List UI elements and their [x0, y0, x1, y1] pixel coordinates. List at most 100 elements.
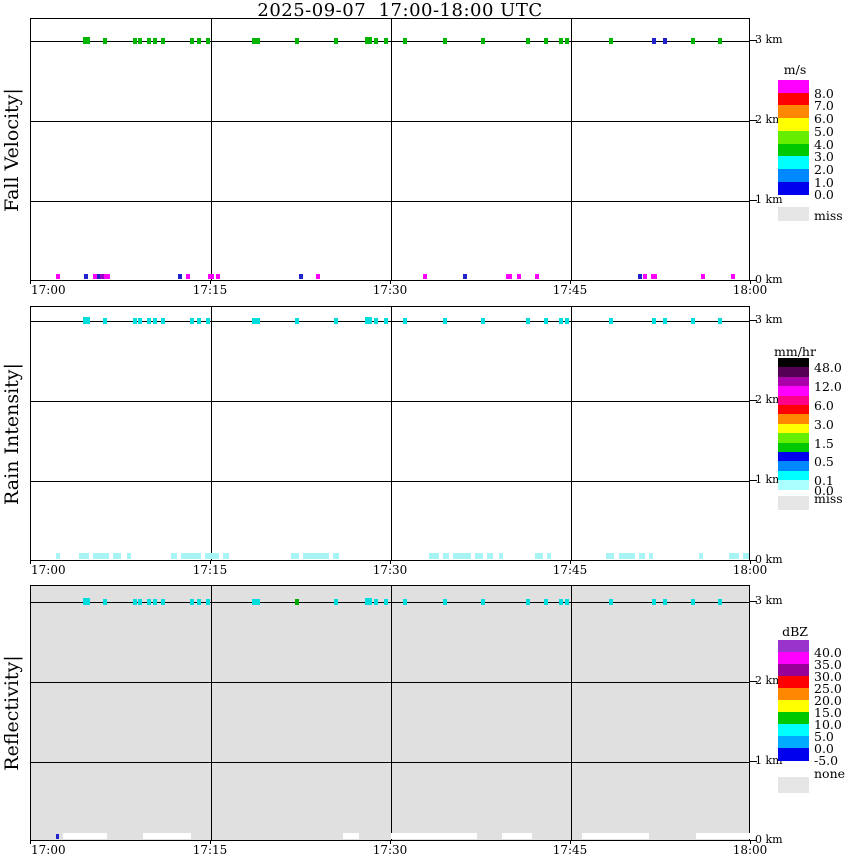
x-tick-mark [390, 281, 391, 284]
echo-mark-3km [206, 599, 210, 605]
echo-mark-3km [663, 38, 667, 44]
echo-stripe-surface [619, 553, 635, 559]
legend-color-cell [778, 640, 809, 653]
echo-stripe-surface [475, 553, 483, 559]
x-tick-mark [570, 561, 571, 564]
x-tick-label: 17:30 [372, 283, 408, 297]
x-tick-label: 17:00 [31, 283, 66, 297]
echo-mark-3km [691, 599, 695, 605]
x-tick-mark [390, 841, 391, 844]
gridline-height-2km [31, 401, 749, 402]
ylabel-fall-velocity: Fall Velocity| [1, 87, 23, 212]
echo-stripe-surface [391, 833, 431, 839]
legend-missing-cell [778, 495, 809, 510]
echo-stripe-surface [443, 553, 449, 559]
echo-mark-3km [334, 318, 338, 324]
legend-tick-label: 3.0 [814, 416, 834, 432]
legend-missing-cell [778, 207, 809, 222]
echo-mark-3km [133, 599, 137, 605]
x-tick-mark [390, 561, 391, 564]
echo-mark-3km [133, 318, 137, 324]
echo-stripe-surface [143, 833, 191, 839]
echo-stripe-surface [63, 833, 107, 839]
echo-mark-3km [544, 599, 548, 605]
legend-title-ms: m/s [783, 62, 807, 77]
legend-tick-label: 0.5 [814, 454, 834, 470]
legend-tick-label: 6.0 [814, 398, 834, 413]
echo-stripe-surface [205, 553, 219, 559]
echo-stripe-surface [639, 553, 645, 559]
legend-color-cell [778, 92, 809, 106]
echo-mark-3km [718, 599, 722, 605]
echo-mark-3km [103, 318, 107, 324]
echo-mark-surface [84, 274, 88, 279]
echo-mark-3km [197, 318, 201, 324]
gridline-time-17:30 [391, 307, 392, 560]
echo-mark-3km [295, 318, 299, 324]
echo-mark-3km [153, 38, 157, 44]
echo-stripe-surface [431, 833, 477, 839]
echo-mark-3km [609, 599, 613, 605]
legend-color-cell [778, 168, 809, 183]
echo-mark-3km [663, 318, 667, 324]
echo-stripe-surface [696, 833, 751, 839]
x-tick-label: 17:45 [552, 283, 588, 297]
gridline-height-1km [31, 762, 749, 763]
echo-mark-surface [316, 274, 320, 279]
echo-mark-surface [178, 274, 182, 279]
legend-tick-label: 48.0 [814, 360, 842, 376]
echo-mark-surface [208, 274, 214, 279]
echo-stripe-surface [113, 553, 121, 559]
echo-mark-3km [403, 599, 407, 605]
gridline-time-17:45 [571, 307, 572, 560]
legend-missing-label: miss [814, 490, 843, 506]
echo-stripe-surface [343, 833, 359, 839]
echo-mark-3km [103, 599, 107, 605]
x-tick-label: 17:15 [192, 843, 228, 857]
gridline-time-17:15 [211, 307, 212, 560]
echo-mark-surface [535, 274, 539, 279]
gridline-height-1km [31, 201, 749, 202]
x-tick-mark [750, 841, 751, 844]
echo-mark-3km [153, 599, 157, 605]
echo-mark-3km [256, 318, 260, 324]
legend-missing-label: miss [814, 208, 843, 224]
echo-stripe-surface [487, 553, 493, 559]
x-tick-label: 17:15 [192, 283, 228, 297]
echo-mark-3km [609, 318, 613, 324]
legend-color-cell [778, 461, 809, 472]
legend-tick-label: 0.0 [814, 187, 834, 203]
panel-fall-velocity [30, 18, 750, 281]
echo-stripe-surface [127, 553, 131, 559]
echo-stripe-surface [729, 553, 739, 559]
x-tick-mark [210, 561, 211, 564]
echo-mark-3km [334, 599, 338, 605]
echo-mark-surface [216, 274, 220, 279]
echo-stripe-surface [499, 553, 503, 559]
echo-mark-surface [56, 834, 59, 839]
echo-mark-3km [256, 38, 260, 44]
x-tick-mark [750, 281, 751, 284]
echo-stripe-surface [56, 553, 60, 559]
mrr-quicklook-plot: 2025-09-07 17:00-18:00 UTC 17:00 17:15 17:… [0, 0, 850, 868]
echo-mark-3km [83, 598, 90, 605]
echo-mark-3km [161, 38, 165, 44]
x-tick-mark [210, 281, 211, 284]
gridline-time-17:15 [211, 586, 212, 840]
echo-mark-3km [481, 318, 485, 324]
panel-reflectivity [30, 585, 751, 841]
echo-mark-3km [138, 38, 142, 44]
echo-mark-3km [559, 599, 563, 605]
echo-mark-3km [365, 598, 372, 605]
echo-mark-3km [197, 38, 201, 44]
echo-stripe-surface [333, 553, 339, 559]
legend-color-cell [778, 80, 809, 94]
echo-mark-3km [384, 318, 388, 324]
x-tick-mark [750, 561, 751, 564]
echo-stripe-surface [303, 553, 329, 559]
echo-mark-3km [565, 38, 569, 44]
echo-mark-3km [103, 38, 107, 44]
gridline-height-2km [31, 121, 749, 122]
legend-color-cell [778, 480, 809, 491]
legend-tick-label: 1.5 [814, 435, 834, 451]
